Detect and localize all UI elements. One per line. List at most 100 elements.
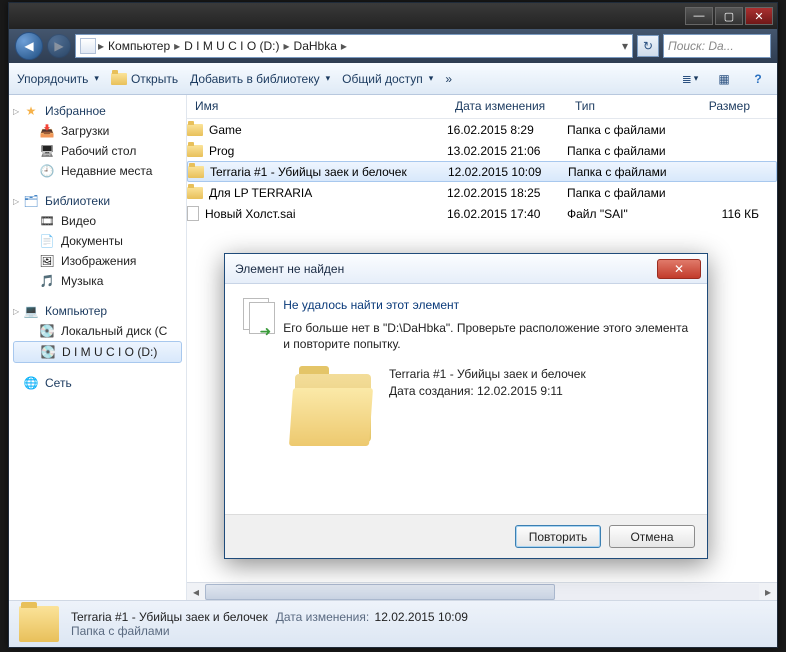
sidebar-item-desktop[interactable]: 🖥Рабочий стол <box>9 141 186 161</box>
back-button[interactable]: ◀ <box>15 32 43 60</box>
file-type: Папка с файлами <box>568 165 688 179</box>
chevron-right-icon: ▸ <box>174 39 180 53</box>
sidebar-item-documents[interactable]: 📄Документы <box>9 231 186 251</box>
pictures-icon: 🖼 <box>39 253 55 269</box>
titlebar: — ▢ ✕ <box>9 3 777 29</box>
nav-row: ◀ ▶ ▸ Компьютер ▸ D I M U C I O (D:) ▸ D… <box>9 29 777 63</box>
desktop-icon: 🖥 <box>39 143 55 159</box>
file-name: Terraria #1 - Убийцы заек и белочек <box>210 165 407 179</box>
column-size[interactable]: Размер <box>687 95 759 118</box>
sidebar-item-pictures[interactable]: 🖼Изображения <box>9 251 186 271</box>
file-date: 13.02.2015 21:06 <box>447 144 567 158</box>
dialog-item-date-label: Дата создания: <box>389 384 474 398</box>
status-date: 12.02.2015 10:09 <box>375 610 468 624</box>
recent-icon: 🕘 <box>39 163 55 179</box>
burn-button[interactable]: » <box>445 72 452 86</box>
chevron-right-icon: ▸ <box>284 39 290 53</box>
sidebar: ▷★Избранное 📥Загрузки 🖥Рабочий стол 🕘Нед… <box>9 95 187 600</box>
file-name: Новый Холст.sai <box>205 207 296 221</box>
move-icon: ➜ <box>243 298 269 338</box>
drive-icon: 💽 <box>40 344 56 360</box>
preview-pane-button[interactable]: ▦ <box>713 69 735 89</box>
scroll-thumb[interactable] <box>205 584 555 600</box>
sidebar-item-recent[interactable]: 🕘Недавние места <box>9 161 186 181</box>
file-date: 16.02.2015 17:40 <box>447 207 567 221</box>
open-button[interactable]: Открыть <box>111 72 178 86</box>
folder-icon <box>187 145 203 157</box>
dialog-title: Элемент не найден <box>235 262 344 276</box>
column-name[interactable]: Имя <box>187 95 447 118</box>
sidebar-libraries[interactable]: ▷🗂Библиотеки <box>9 191 186 211</box>
file-type: Папка с файлами <box>567 186 687 200</box>
sidebar-item-videos[interactable]: 🎞Видео <box>9 211 186 231</box>
share-menu[interactable]: Общий доступ <box>342 72 433 86</box>
dialog-footer: Повторить Отмена <box>225 514 707 558</box>
table-row[interactable]: Game16.02.2015 8:29Папка с файлами <box>187 119 777 140</box>
dropdown-icon[interactable]: ▾ <box>622 39 628 53</box>
horizontal-scrollbar[interactable]: ◂ ▸ <box>187 582 777 600</box>
view-options-button[interactable]: ≣ <box>679 69 701 89</box>
forward-button[interactable]: ▶ <box>47 34 71 58</box>
column-headers: Имя Дата изменения Тип Размер <box>187 95 777 119</box>
refresh-button[interactable]: ↻ <box>637 35 659 57</box>
file-type: Папка с файлами <box>567 123 687 137</box>
file-name: Game <box>209 123 242 137</box>
dialog-titlebar: Элемент не найден ✕ <box>225 254 707 284</box>
cancel-button[interactable]: Отмена <box>609 525 695 548</box>
minimize-button[interactable]: — <box>685 7 713 25</box>
table-row[interactable]: Terraria #1 - Убийцы заек и белочек 12.02… <box>187 161 777 182</box>
table-row[interactable]: Prog13.02.2015 21:06Папка с файлами <box>187 140 777 161</box>
breadcrumb-seg[interactable]: DaHbka <box>292 39 339 53</box>
organize-menu[interactable]: Упорядочить <box>17 72 99 86</box>
help-button[interactable]: ? <box>747 69 769 89</box>
sidebar-computer[interactable]: ▷💻Компьютер <box>9 301 186 321</box>
chevron-right-icon: ▸ <box>98 39 104 53</box>
downloads-icon: 📥 <box>39 123 55 139</box>
maximize-button[interactable]: ▢ <box>715 7 743 25</box>
dialog-heading: Не удалось найти этот элемент <box>283 298 689 312</box>
music-icon: 🎵 <box>39 273 55 289</box>
status-date-label: Дата изменения: <box>276 610 370 624</box>
file-icon <box>187 206 199 221</box>
drive-icon: 💽 <box>39 323 55 339</box>
dialog-item-date: 12.02.2015 9:11 <box>477 384 563 398</box>
file-date: 12.02.2015 10:09 <box>448 165 568 179</box>
close-button[interactable]: ✕ <box>745 7 773 25</box>
file-name: Prog <box>209 144 234 158</box>
table-row[interactable]: Для LP TERRARIA12.02.2015 18:25Папка с ф… <box>187 182 777 203</box>
file-size: 116 КБ <box>687 207 759 221</box>
table-row[interactable]: Новый Холст.sai 16.02.2015 17:40Файл "SAI… <box>187 203 777 224</box>
status-name: Terraria #1 - Убийцы заек и белочек <box>71 610 268 624</box>
retry-button[interactable]: Повторить <box>515 525 601 548</box>
sidebar-network[interactable]: 🌐Сеть <box>9 373 186 393</box>
breadcrumb[interactable]: ▸ Компьютер ▸ D I M U C I O (D:) ▸ DaHbk… <box>75 34 633 58</box>
folder-icon <box>187 187 203 199</box>
folder-icon <box>188 166 204 178</box>
star-icon: ★ <box>23 103 39 119</box>
network-icon: 🌐 <box>23 375 39 391</box>
column-date[interactable]: Дата изменения <box>447 95 567 118</box>
sidebar-item-drive-c[interactable]: 💽Локальный диск (C <box>9 321 186 341</box>
search-input[interactable]: Поиск: Da... <box>663 34 771 58</box>
scroll-left-button[interactable]: ◂ <box>187 584 205 600</box>
dialog-item-name: Terraria #1 - Убийцы заек и белочек <box>389 366 586 383</box>
chevron-right-icon: ▸ <box>341 39 347 53</box>
video-icon: 🎞 <box>39 213 55 229</box>
column-type[interactable]: Тип <box>567 95 687 118</box>
breadcrumb-seg[interactable]: D I M U C I O (D:) <box>182 39 281 53</box>
file-type: Файл "SAI" <box>567 207 687 221</box>
add-to-library-menu[interactable]: Добавить в библиотеку <box>190 72 330 86</box>
breadcrumb-seg[interactable]: Компьютер <box>106 39 172 53</box>
sidebar-item-drive-d[interactable]: 💽D I M U C I O (D:) <box>13 341 182 363</box>
dialog-body-text: Его больше нет в "D:\DaHbka". Проверьте … <box>283 320 689 352</box>
sidebar-favorites[interactable]: ▷★Избранное <box>9 101 186 121</box>
scroll-right-button[interactable]: ▸ <box>759 584 777 600</box>
file-name: Для LP TERRARIA <box>209 186 312 200</box>
sidebar-item-downloads[interactable]: 📥Загрузки <box>9 121 186 141</box>
sidebar-item-music[interactable]: 🎵Музыка <box>9 271 186 291</box>
dialog-close-button[interactable]: ✕ <box>657 259 701 279</box>
status-type: Папка с файлами <box>71 624 468 638</box>
toolbar: Упорядочить Открыть Добавить в библиотек… <box>9 63 777 95</box>
folder-icon <box>111 73 127 85</box>
error-dialog: Элемент не найден ✕ ➜ Не удалось найти э… <box>224 253 708 559</box>
